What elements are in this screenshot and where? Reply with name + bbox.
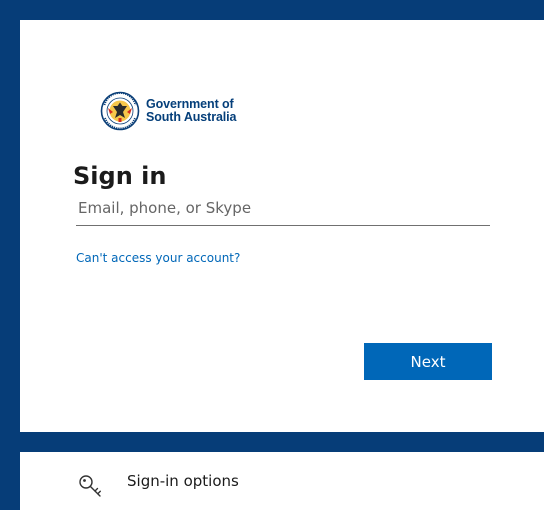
organization-name-line2: South Australia xyxy=(146,110,237,124)
page-title: Sign in xyxy=(73,162,167,190)
page-background: Government of South Australia Sign in Ca… xyxy=(0,0,544,510)
signin-options-button[interactable]: Sign-in options xyxy=(20,452,544,510)
next-button[interactable]: Next xyxy=(364,343,492,380)
government-seal-icon xyxy=(100,91,140,131)
signin-card: Government of South Australia Sign in Ca… xyxy=(20,20,544,432)
email-input[interactable] xyxy=(76,190,490,226)
key-icon xyxy=(79,475,101,497)
signin-options-label: Sign-in options xyxy=(127,472,239,490)
organization-name: Government of South Australia xyxy=(146,98,237,124)
organization-logo: Government of South Australia xyxy=(100,91,237,131)
cant-access-account-link[interactable]: Can't access your account? xyxy=(76,250,240,266)
